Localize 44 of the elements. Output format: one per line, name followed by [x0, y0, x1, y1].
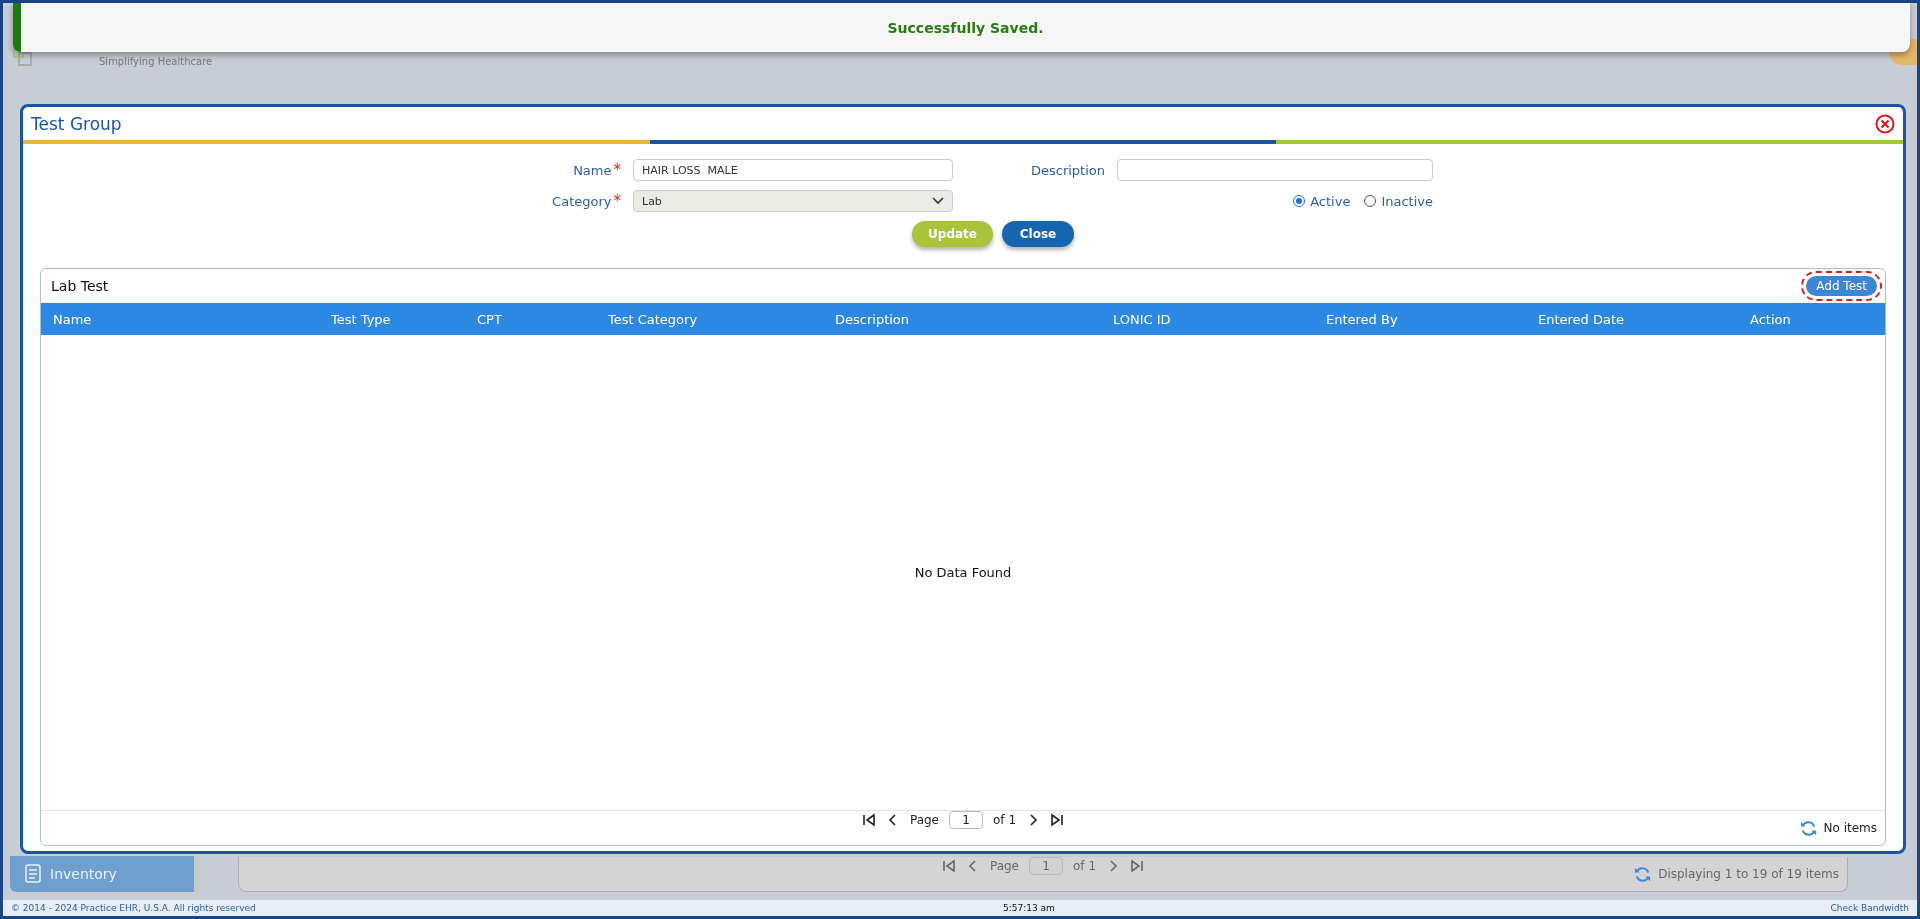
refresh-icon[interactable] — [1798, 818, 1818, 838]
column-header: LONIC ID — [1113, 311, 1172, 327]
last-page-icon[interactable] — [1050, 813, 1065, 827]
check-bandwidth-link[interactable]: Check Bandwidth — [1830, 903, 1909, 913]
refresh-icon[interactable] — [1633, 864, 1653, 884]
column-header: Entered By — [1326, 311, 1399, 327]
close-icon[interactable] — [1875, 113, 1895, 134]
pager-status: Displaying 1 to 19 of 19 items — [1658, 867, 1839, 881]
close-button[interactable]: Close — [1002, 221, 1074, 247]
first-page-icon[interactable] — [861, 813, 876, 827]
field-label: Name — [573, 163, 612, 178]
column-header: Test Type — [331, 311, 392, 327]
pager-status: No items — [1823, 821, 1877, 835]
copyright-text: © 2014 - 2024 Practice EHR, U.S.A. All rights reserved — [11, 903, 256, 913]
column-header: CPT — [477, 311, 503, 327]
column-header: Description — [835, 311, 911, 327]
required-mark: * — [613, 192, 621, 210]
page-count: of 1 — [993, 813, 1017, 827]
success-message: Successfully Saved. — [887, 19, 1044, 36]
page-number-field[interactable]: 1 — [1029, 857, 1063, 875]
page-count: of 1 — [1073, 859, 1097, 873]
status-radio[interactable]: Inactive — [1364, 193, 1433, 209]
page-label: Page — [989, 859, 1019, 873]
column-header: Test Category — [608, 311, 699, 327]
status-radio[interactable]: Active — [1293, 193, 1351, 209]
field-label: Description — [1030, 162, 1105, 178]
column-header: Entered Date — [1538, 311, 1626, 327]
text-field[interactable] — [1117, 159, 1433, 181]
required-mark: * — [613, 161, 621, 179]
page-number-field[interactable]: 1 — [949, 811, 983, 829]
field-label: Category — [552, 194, 612, 209]
logo-tagline: Simplifying Healthcare — [99, 56, 213, 67]
logo-icon — [13, 47, 33, 67]
text-field[interactable]: HAIR LOSS MALE — [633, 159, 953, 181]
clock-time: 5:57:13 am — [1003, 903, 1055, 913]
column-header: Action — [1750, 311, 1792, 327]
column-header: Name — [53, 311, 93, 327]
page-label: Page — [909, 813, 939, 827]
empty-message: No Data Found — [914, 565, 1012, 580]
chevron-down-icon[interactable] — [932, 197, 944, 205]
category-dropdown[interactable]: Lab — [633, 190, 953, 212]
dialog-title: Test Group — [31, 113, 122, 134]
panel-title: Lab Test — [51, 278, 109, 294]
list-icon — [24, 864, 42, 884]
